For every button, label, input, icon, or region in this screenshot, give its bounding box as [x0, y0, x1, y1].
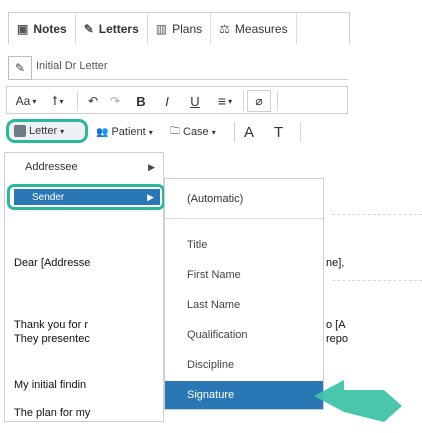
menu-item-first-name[interactable]: First Name — [165, 261, 323, 289]
doc-line-right: repo — [326, 333, 349, 345]
font-dropdown[interactable]: Aa ▾ — [11, 90, 41, 112]
letter-title-field[interactable]: Initial Dr Letter — [36, 60, 108, 72]
doc-line: Thank you for r — [14, 319, 88, 331]
plans-icon: ▥ — [155, 21, 168, 36]
highlight-icon: ꝉ — [52, 94, 58, 108]
menu-item-label: Addressee — [25, 161, 78, 173]
patient-icon: 👥 — [96, 126, 109, 138]
letter-dropdown-button[interactable]: Letter ▾ — [6, 119, 88, 143]
divider — [332, 280, 422, 281]
menu-item-signature[interactable]: Signature — [165, 381, 323, 409]
pointer-arrow-icon — [314, 380, 402, 422]
font-icon: Aa — [15, 94, 31, 108]
doc-line: The plan for my — [14, 407, 91, 419]
redo-button[interactable]: ↷ — [105, 90, 125, 112]
menu-item-label: First Name — [187, 269, 241, 281]
clear-format-button[interactable]: T — [274, 121, 294, 143]
doc-line: Dear [Addresse — [14, 257, 91, 269]
doc-line-right: ne], — [326, 257, 345, 269]
menu-item-label: Qualification — [187, 329, 248, 341]
chevron-down-icon: ▾ — [148, 127, 153, 137]
pencil-icon[interactable]: ✎ — [8, 56, 32, 80]
eraser-button[interactable]: ⌀ — [247, 90, 271, 112]
letters-icon: ✎ — [83, 21, 94, 36]
menu-item-last-name[interactable]: Last Name — [165, 291, 323, 319]
menu-item-label: Title — [187, 239, 208, 251]
underline-icon: U — [190, 93, 200, 109]
chevron-down-icon: ▾ — [60, 126, 65, 136]
patient-label: Patient — [111, 126, 146, 138]
letter-icon — [14, 125, 26, 137]
divider — [77, 91, 78, 111]
doc-line: My initial findin — [14, 379, 87, 391]
bold-icon: B — [136, 93, 146, 109]
divider — [277, 91, 278, 111]
menu-item-sender[interactable]: Sender ▶ — [7, 184, 165, 210]
underline-button[interactable]: U — [185, 90, 205, 112]
menu-item-label: Last Name — [187, 299, 241, 311]
case-label: Case — [183, 126, 209, 138]
tab-label: Plans — [172, 21, 203, 36]
measures-icon: ⚖ — [219, 21, 230, 36]
menu-item-addressee[interactable]: Addressee ▶ — [5, 155, 163, 179]
chevron-right-icon: ▶ — [147, 191, 154, 202]
menu-item-label: (Automatic) — [187, 192, 244, 205]
sender-submenu: (Automatic) Title First Name Last Name Q… — [164, 178, 324, 410]
redo-icon: ↷ — [109, 94, 121, 108]
letter-title-bar: ✎ Initial Dr Letter — [8, 56, 348, 80]
tab-notes[interactable]: ▣ Notes — [9, 13, 76, 44]
case-icon: 🗀 — [170, 125, 180, 137]
italic-button[interactable]: I — [157, 90, 177, 112]
tab-label: Letters — [98, 21, 139, 36]
chevron-right-icon: ▶ — [148, 161, 155, 172]
font-size-button[interactable]: A — [244, 121, 264, 143]
tab-bar: ▣ Notes ✎ Letters ▥ Plans ⚖ Measures — [8, 12, 350, 44]
menu-item-label: Sender — [32, 191, 65, 203]
menu-item-label: Discipline — [187, 359, 235, 371]
menu-item-automatic[interactable]: (Automatic) — [165, 179, 323, 219]
divider — [243, 91, 244, 111]
chevron-down-icon: ▾ — [59, 96, 64, 106]
format-toolbar: Aa ▾ ꝉ ▾ ↶ ↷ B I U ≡ ▾ ⌀ — [6, 86, 348, 114]
case-dropdown-button[interactable]: 🗀 Case ▾ — [170, 121, 216, 143]
notes-icon: ▣ — [17, 21, 29, 36]
doc-line: They presentec — [14, 333, 90, 345]
tab-label: Notes — [33, 21, 67, 36]
tab-measures[interactable]: ⚖ Measures — [211, 13, 297, 44]
font-size-icon: A — [244, 123, 255, 141]
divider — [332, 214, 422, 215]
insert-toolbar: Letter ▾ 👥 Patient ▾ 🗀 Case ▾ A T — [4, 118, 324, 146]
italic-icon: I — [165, 93, 169, 109]
undo-icon: ↶ — [87, 94, 99, 108]
divider — [234, 122, 235, 142]
chevron-down-icon: ▾ — [32, 96, 37, 106]
menu-item-discipline[interactable]: Discipline — [165, 351, 323, 379]
doc-line-right: o [A — [326, 319, 346, 331]
bold-button[interactable]: B — [131, 90, 151, 112]
chevron-down-icon: ▾ — [228, 96, 233, 106]
highlight-dropdown[interactable]: ꝉ ▾ — [45, 90, 71, 112]
chevron-down-icon: ▾ — [211, 127, 216, 137]
tab-letters[interactable]: ✎ Letters — [76, 13, 148, 44]
menu-item-title[interactable]: Title — [165, 231, 323, 259]
eraser-icon: ⌀ — [255, 94, 263, 108]
menu-item-label: Signature — [187, 389, 235, 401]
tab-label: Measures — [234, 21, 288, 36]
menu-item-qualification[interactable]: Qualification — [165, 321, 323, 349]
sender-highlight: Sender ▶ — [14, 189, 160, 205]
tab-plans[interactable]: ▥ Plans — [148, 13, 212, 44]
divider — [300, 122, 301, 142]
clear-format-icon: T — [274, 123, 284, 141]
letter-label: Letter — [29, 125, 58, 137]
patient-dropdown-button[interactable]: 👥 Patient ▾ — [96, 121, 153, 143]
align-dropdown[interactable]: ≡ ▾ — [211, 90, 239, 112]
undo-button[interactable]: ↶ — [83, 90, 103, 112]
align-icon: ≡ — [217, 93, 227, 109]
